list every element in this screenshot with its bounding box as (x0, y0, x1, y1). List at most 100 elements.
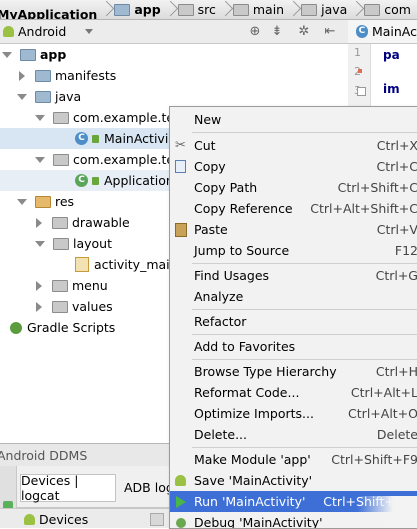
tree-node-label: com.example.tes (73, 152, 181, 167)
folder-icon (35, 69, 51, 82)
menu-item-label: Add to Favorites (194, 339, 296, 354)
fold-icon[interactable] (357, 87, 366, 96)
menu-item-shortcut: Delete (376, 427, 417, 442)
menu-item-label: Save 'MainActivity' (194, 473, 313, 488)
menu-item-browse-type-hierarchy[interactable]: Browse Type Hierarchy Ctrl+H (170, 361, 417, 382)
chevron-right-icon (224, 0, 230, 19)
expanded-arrow-icon (17, 198, 27, 205)
breadcrumb-com[interactable]: com (355, 0, 411, 19)
tree-node-label: com.example.tes (73, 110, 181, 125)
menu-item-add-to-favorites[interactable]: Add to Favorites (170, 336, 417, 357)
project-view-select[interactable]: Android (1, 22, 97, 40)
menu-item-shortcut: Ctrl+Shift+F9 (331, 452, 417, 467)
menu-item-label: Browse Type Hierarchy (194, 364, 337, 379)
menu-separator (192, 132, 417, 133)
menu-item-shortcut: Ctrl+Alt+Shift+C (310, 201, 417, 216)
menu-separator (192, 359, 417, 360)
tree-node-manifests[interactable]: manifests (0, 65, 200, 86)
menu-item-save-mainactivity[interactable]: Save 'MainActivity' (170, 470, 417, 491)
ddms-title: Android DDMS (0, 447, 88, 463)
breadcrumb-src[interactable]: src (169, 0, 216, 19)
ddms-tabs: Devices | logcat ADB logs (0, 466, 196, 508)
expanded-arrow-icon (35, 114, 45, 121)
collapsed-arrow-icon (36, 280, 42, 291)
menu-item-copy[interactable]: Copy Ctrl+C (170, 156, 417, 177)
tab-devices-logcat[interactable]: Devices | logcat (20, 473, 116, 503)
menu-item-shortcut: Ctrl+Shift+C (337, 180, 417, 195)
menu-item-label: Copy (194, 159, 226, 174)
module-folder-icon (20, 48, 36, 61)
android-icon (3, 25, 14, 37)
context-menu: New ✂ Cut Ctrl+X Copy Ctrl+C Copy Path C… (169, 106, 417, 529)
folder-icon (177, 3, 194, 16)
folder-icon (232, 3, 249, 16)
menu-item-shortcut: Ctrl+X (376, 138, 417, 153)
breadcrumb-java[interactable]: java (292, 0, 347, 19)
android-icon (24, 513, 35, 525)
menu-item-make-module[interactable]: Make Module 'app' Ctrl+Shift+F9 (170, 449, 417, 470)
breadcrumb-app[interactable]: app (105, 0, 161, 19)
menu-item-shortcut: Ctrl+G (375, 268, 417, 283)
menu-item-shortcut: Ctrl+Alt+L (350, 385, 417, 400)
tree-node-label: java (55, 89, 82, 104)
menu-item-label: Copy Reference (194, 201, 293, 216)
menu-item-reformat-code[interactable]: Reformat Code... Ctrl+Alt+L (170, 382, 417, 403)
breadcrumb-label: main (252, 2, 285, 17)
tree-node-label: res (55, 194, 75, 209)
breadcrumb-label: java (321, 2, 348, 17)
lock-icon (92, 176, 99, 185)
menu-item-shortcut: Ctrl+Alt+O (348, 406, 417, 421)
chevron-right-icon (105, 0, 111, 19)
menu-item-paste[interactable]: Paste Ctrl+V (170, 219, 417, 240)
tree-node-label: drawable (72, 215, 130, 230)
hide-panel-icon[interactable]: ⇤ (322, 23, 338, 39)
menu-item-copy-reference[interactable]: Copy Reference Ctrl+Alt+Shift+C (170, 198, 417, 219)
menu-item-refactor[interactable]: Refactor (170, 311, 417, 332)
tree-node-label: app (40, 47, 67, 62)
menu-item-analyze[interactable]: Analyze (170, 286, 417, 307)
menu-item-find-usages[interactable]: Find Usages Ctrl+G (170, 265, 417, 286)
menu-item-optimize-imports[interactable]: Optimize Imports... Ctrl+Alt+O (170, 403, 417, 424)
breadcrumb-main[interactable]: main (224, 0, 284, 19)
line-number: 1 (354, 46, 361, 59)
folder-icon (53, 237, 69, 250)
globe-icon[interactable]: ⊕ (247, 23, 263, 39)
tree-node-label: menu (72, 278, 108, 293)
menu-item-copy-path[interactable]: Copy Path Ctrl+Shift+C (170, 177, 417, 198)
paste-icon (173, 222, 188, 237)
tree-node-java[interactable]: java (0, 86, 200, 107)
project-view-label: Android (18, 23, 67, 39)
breadcrumb-label: app (134, 2, 161, 17)
menu-item-delete[interactable]: Delete... Delete (170, 424, 417, 445)
folder-icon (52, 300, 68, 313)
settings-icon[interactable]: ✲ (296, 23, 312, 39)
menu-item-label: Reformat Code... (194, 385, 300, 400)
folder-icon (364, 3, 381, 16)
gradle-icon (10, 321, 22, 334)
menu-item-label: Cut (194, 138, 216, 153)
tree-node-label: layout (73, 236, 113, 251)
editor-tab-mainactivity[interactable]: C MainAc (348, 20, 417, 44)
menu-item-label: Optimize Imports... (194, 406, 314, 421)
folder-icon (301, 3, 318, 16)
scissors-icon: ✂ (175, 138, 186, 153)
menu-item-label: New (194, 112, 222, 127)
collapsed-arrow-icon (19, 70, 25, 81)
device-icon[interactable] (150, 513, 164, 526)
menu-separator (192, 334, 417, 335)
menu-item-label: Refactor (194, 314, 247, 329)
editor-tab-label: MainAc (371, 24, 417, 39)
breadcrumb-label: MyApplication (0, 7, 98, 20)
tree-node-app[interactable]: app (0, 44, 200, 65)
menu-item-shortcut: Ctrl+H (375, 364, 417, 379)
menu-separator (192, 263, 417, 264)
breadcrumb-myapplication[interactable]: MyApplication (0, 5, 98, 20)
breadcrumb-label: com (384, 2, 411, 17)
menu-item-jump-to-source[interactable]: Jump to Source F12 (170, 240, 417, 261)
menu-item-new[interactable]: New (170, 109, 417, 130)
menu-item-label: Delete... (194, 427, 247, 442)
menu-item-cut[interactable]: ✂ Cut Ctrl+X (170, 135, 417, 156)
collapse-all-icon[interactable]: ⇟ (269, 23, 285, 39)
devices-header[interactable]: Devices (22, 511, 88, 527)
menu-separator (192, 447, 417, 448)
